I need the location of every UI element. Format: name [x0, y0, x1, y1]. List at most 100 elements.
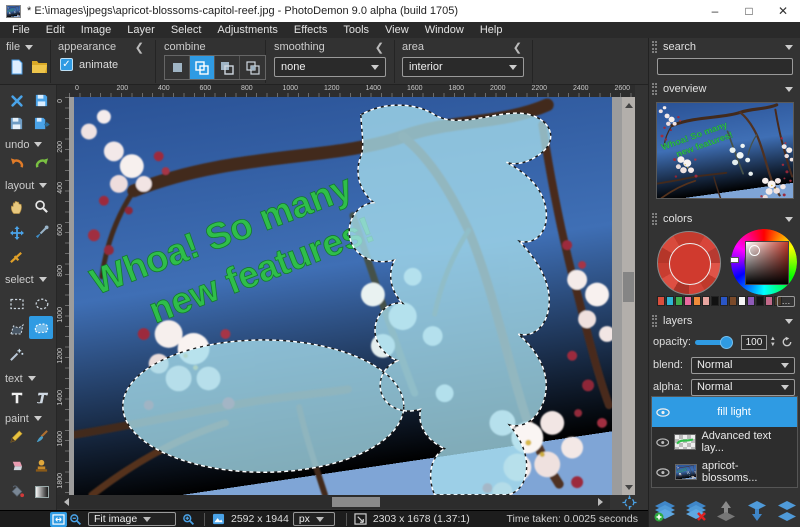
menu-item-file[interactable]: File — [4, 24, 38, 36]
undo-button[interactable] — [5, 153, 28, 174]
animate-checkbox[interactable]: ✓ — [60, 58, 73, 71]
select-section-header[interactable]: select — [5, 273, 47, 286]
pan-canvas-button[interactable] — [614, 495, 644, 510]
save-button[interactable] — [30, 90, 53, 111]
palette-swatch[interactable] — [702, 296, 710, 306]
open-image-button[interactable] — [28, 56, 51, 77]
menu-item-tools[interactable]: Tools — [335, 24, 377, 36]
drag-handle-icon[interactable] — [652, 41, 657, 53]
palette-more-button[interactable]: … — [777, 296, 795, 307]
undo-section-header[interactable]: undo — [5, 138, 42, 151]
eraser-tool-button[interactable] — [5, 455, 28, 476]
close-button[interactable]: ✕ — [766, 0, 800, 22]
rect-select-button[interactable] — [5, 293, 28, 314]
layout-section-header[interactable]: layout — [5, 179, 47, 192]
paintbrush-tool-button[interactable] — [30, 426, 53, 447]
overview-panel-header[interactable]: overview — [649, 80, 800, 98]
close-image-button[interactable] — [5, 90, 28, 111]
scroll-left-icon[interactable] — [60, 498, 69, 506]
scroll-right-icon[interactable] — [598, 498, 607, 506]
basic-text-tool-button[interactable] — [5, 387, 28, 408]
canvas-viewport[interactable] — [69, 97, 622, 495]
combine-add-button[interactable] — [190, 56, 215, 79]
save-copy-button[interactable] — [5, 113, 28, 134]
maximize-button[interactable]: □ — [732, 0, 766, 22]
palette-swatch[interactable] — [738, 296, 746, 306]
unit-dropdown[interactable]: px — [293, 512, 335, 526]
advanced-text-tool-button[interactable] — [30, 387, 53, 408]
menu-item-effects[interactable]: Effects — [286, 24, 335, 36]
scroll-down-icon[interactable] — [622, 483, 635, 495]
text-section-header[interactable]: text — [5, 372, 36, 385]
search-panel-header[interactable]: search — [649, 38, 800, 56]
collapse-left-icon[interactable]: ❮ — [135, 41, 144, 54]
hue-marker[interactable] — [730, 257, 739, 263]
chevron-down-icon[interactable] — [25, 45, 33, 54]
menu-item-select[interactable]: Select — [163, 24, 210, 36]
gradient-tool-button[interactable] — [30, 481, 53, 502]
menu-item-window[interactable]: Window — [417, 24, 472, 36]
save-as-button[interactable] — [30, 113, 53, 134]
alpha-mode-dropdown[interactable]: Normal — [691, 379, 795, 396]
reset-opacity-icon[interactable] — [781, 336, 793, 348]
saturation-selector[interactable] — [749, 245, 760, 256]
palette-swatch[interactable] — [666, 296, 674, 306]
collapse-left-icon[interactable]: ❮ — [375, 41, 384, 54]
vertical-scroll-thumb[interactable] — [623, 272, 634, 302]
zoom-tool-button[interactable] — [30, 196, 53, 217]
palette-swatch[interactable] — [711, 296, 719, 306]
fit-image-button[interactable] — [50, 512, 67, 527]
blend-mode-dropdown[interactable]: Normal — [691, 357, 795, 374]
menu-item-view[interactable]: View — [377, 24, 417, 36]
area-dropdown[interactable]: interior — [402, 57, 524, 77]
palette-swatch[interactable] — [684, 296, 692, 306]
move-tool-button[interactable] — [5, 222, 28, 243]
eye-icon[interactable] — [656, 438, 669, 447]
freehand-select-button[interactable] — [29, 316, 53, 339]
menu-item-edit[interactable]: Edit — [38, 24, 73, 36]
layer-order-button[interactable] — [775, 500, 799, 522]
pencil-tool-button[interactable] — [5, 426, 28, 447]
minimize-button[interactable]: – — [698, 0, 732, 22]
palette-swatch[interactable] — [675, 296, 683, 306]
fill-tool-button[interactable] — [5, 481, 28, 502]
palette-swatch[interactable] — [657, 296, 665, 306]
menu-item-layer[interactable]: Layer — [119, 24, 163, 36]
redo-button[interactable] — [30, 153, 53, 174]
layer-row-text[interactable]: Advanced text lay... — [652, 427, 797, 457]
opacity-stepper[interactable]: ▲▼ — [770, 336, 776, 348]
combine-subtract-button[interactable] — [215, 56, 240, 79]
new-image-button[interactable] — [5, 56, 28, 77]
combine-replace-button[interactable] — [165, 56, 190, 79]
eye-icon[interactable] — [656, 408, 670, 417]
horizontal-scroll-thumb[interactable] — [332, 497, 380, 507]
clone-stamp-button[interactable] — [30, 455, 53, 476]
opacity-slider[interactable] — [695, 340, 727, 345]
magic-wand-button[interactable] — [5, 344, 28, 365]
palette-swatch[interactable] — [747, 296, 755, 306]
scroll-up-icon[interactable] — [622, 97, 635, 109]
eye-icon[interactable] — [656, 468, 670, 477]
palette-swatch[interactable] — [756, 296, 764, 306]
zoom-in-button[interactable] — [180, 512, 197, 527]
add-layer-button[interactable] — [653, 500, 677, 522]
measure-tool-button[interactable] — [5, 247, 28, 268]
search-input[interactable] — [657, 58, 793, 75]
collapse-left-icon[interactable]: ❮ — [513, 41, 522, 54]
layer-row-photo[interactable]: apricot-blossoms... — [652, 457, 797, 487]
drag-handle-icon[interactable] — [652, 83, 657, 95]
colors-panel-header[interactable]: colors — [649, 210, 800, 228]
menu-item-adjustments[interactable]: Adjustments — [209, 24, 286, 36]
vertical-scrollbar[interactable] — [622, 97, 635, 495]
zoom-out-button[interactable] — [67, 512, 84, 527]
delete-layer-button[interactable] — [684, 500, 708, 522]
layers-panel-header[interactable]: layers — [649, 312, 800, 330]
image-canvas[interactable] — [74, 97, 612, 495]
polygon-select-button[interactable] — [5, 318, 28, 339]
smoothing-dropdown[interactable]: none — [274, 57, 386, 77]
ellipse-select-button[interactable] — [30, 293, 53, 314]
color-picker-button[interactable] — [30, 222, 53, 243]
drag-handle-icon[interactable] — [652, 315, 657, 327]
combine-intersect-button[interactable] — [240, 56, 265, 79]
palette-swatch[interactable] — [693, 296, 701, 306]
